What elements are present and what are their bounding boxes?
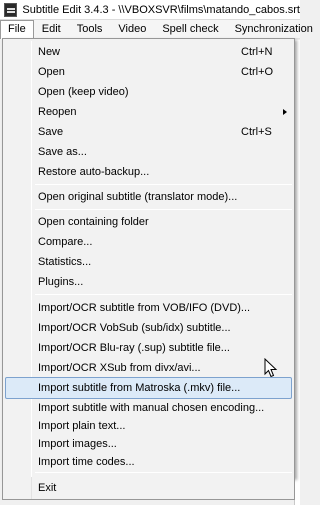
title-bar: Subtitle Edit 3.4.3 - \\VBOXSVR\films\ma… [0,0,300,20]
file-menu-exit-row-container: Exit [2,477,295,500]
menu-spell-check[interactable]: Spell check [154,20,226,39]
menu-item-label: Exit [38,482,57,494]
menu-item-exit[interactable]: Exit [5,477,292,499]
menu-video[interactable]: Video [110,20,154,39]
window-title: Subtitle Edit 3.4.3 - \\VBOXSVR\films\ma… [22,3,300,16]
file-menu-tail [2,38,295,501]
mouse-pointer-icon [264,357,280,380]
subtitle-edit-app-icon [4,2,18,17]
menu-tools[interactable]: Tools [69,20,111,39]
menu-edit[interactable]: Edit [34,20,69,39]
menu-file[interactable]: File [0,19,34,39]
menu-bar: File Edit Tools Video Spell check Synchr… [0,19,313,39]
menu-synchronization[interactable]: Synchronization [227,20,320,39]
